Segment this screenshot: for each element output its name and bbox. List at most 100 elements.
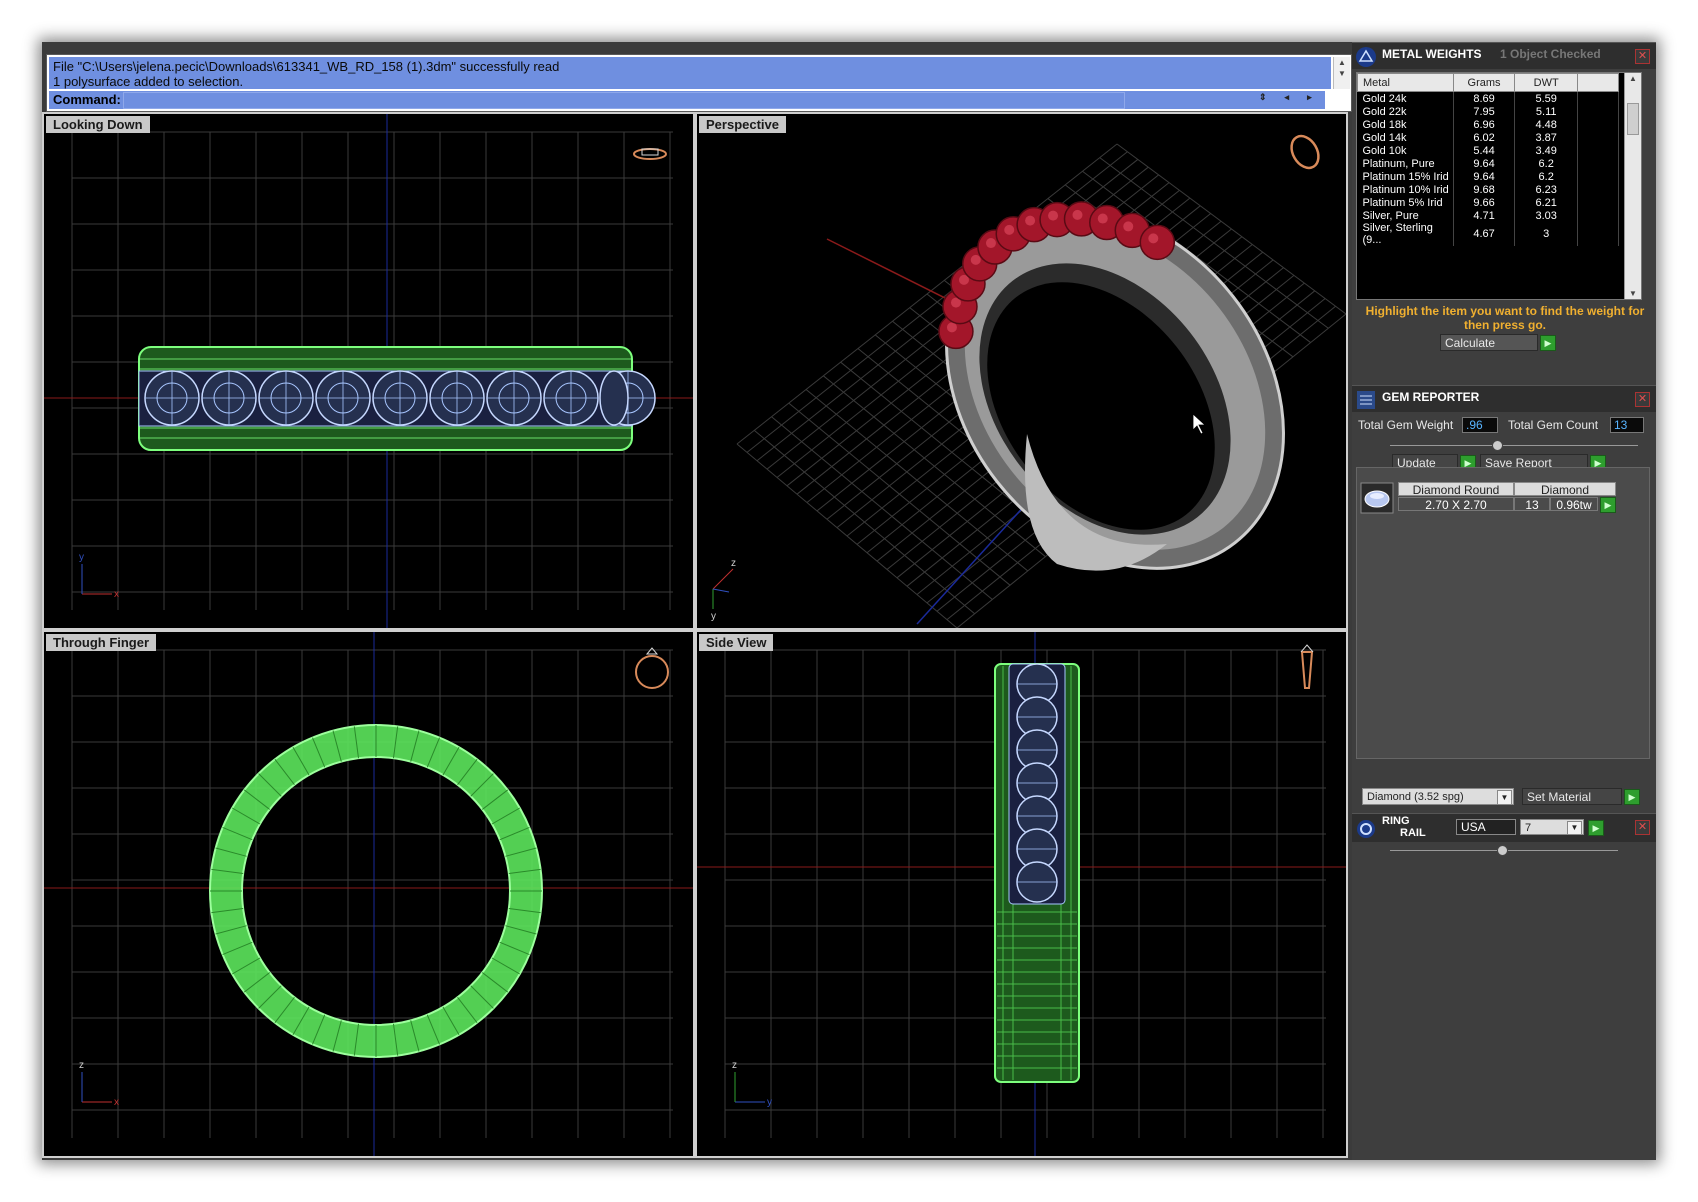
viewport-label[interactable]: Side View bbox=[699, 634, 774, 651]
chevron-down-icon[interactable]: ▼ bbox=[1567, 821, 1582, 835]
gem-list-item[interactable]: Diamond Round Diamond 2.70 X 2.70 13 0.9… bbox=[1360, 482, 1648, 516]
table-cell: 6.96 bbox=[1453, 118, 1516, 131]
table-cell: 5.59 bbox=[1514, 91, 1579, 105]
history-line: File "C:\Users\jelena.pecic\Downloads\61… bbox=[53, 59, 560, 74]
column-header[interactable]: Metal bbox=[1357, 73, 1454, 92]
table-cell: 6.23 bbox=[1514, 183, 1579, 196]
table-row[interactable]: Gold 22k 7.95 5.11 bbox=[1357, 105, 1619, 118]
z-axis-label: z bbox=[732, 1060, 737, 1071]
table-cell: Platinum 15% Irid bbox=[1357, 170, 1454, 183]
table-cell: 9.68 bbox=[1453, 183, 1516, 196]
total-gem-weight-value: .96 bbox=[1462, 417, 1498, 433]
table-cell: 4.67 bbox=[1453, 222, 1516, 246]
column-header[interactable]: Grams bbox=[1452, 73, 1516, 92]
table-row[interactable]: Gold 18k 6.96 4.48 bbox=[1357, 118, 1619, 131]
table-cell: 6.21 bbox=[1514, 196, 1579, 209]
ring-size-standard[interactable]: USA bbox=[1456, 819, 1516, 835]
table-row[interactable]: Platinum 5% Irid 9.66 6.21 bbox=[1357, 196, 1619, 209]
metal-table-scrollbar[interactable]: ▲ ▼ bbox=[1624, 73, 1641, 299]
table-row[interactable]: Gold 10k 5.44 3.49 bbox=[1357, 144, 1619, 157]
objects-checked-status: 1 Object Checked bbox=[1500, 47, 1601, 61]
table-cell: 3.03 bbox=[1514, 209, 1579, 222]
chevron-down-icon[interactable]: ▼ bbox=[1497, 790, 1512, 805]
table-cell: 6.02 bbox=[1453, 131, 1516, 144]
table-cell: 3.49 bbox=[1514, 144, 1579, 157]
ring-size-select[interactable]: 7 ▼ bbox=[1520, 819, 1584, 835]
gem-weight: 0.96tw bbox=[1550, 497, 1598, 512]
table-cell: 3.87 bbox=[1514, 131, 1579, 144]
viewport-top[interactable]: Looking Down x y bbox=[42, 112, 695, 630]
spin-icon[interactable]: ⇕ bbox=[1259, 92, 1267, 102]
table-row[interactable]: Platinum 15% Irid 9.64 6.2 bbox=[1357, 170, 1619, 183]
ring-orientation-icon bbox=[1300, 644, 1314, 689]
viewport-label[interactable]: Through Finger bbox=[46, 634, 157, 651]
metal-weights-header: METAL WEIGHTS 1 Object Checked ✕ bbox=[1352, 42, 1656, 69]
gem-list-icon bbox=[1357, 391, 1375, 409]
close-icon[interactable]: ✕ bbox=[1635, 392, 1650, 407]
total-gem-weight-label: Total Gem Weight bbox=[1358, 418, 1454, 432]
material-select-value: Diamond (3.52 spg) bbox=[1367, 791, 1464, 803]
ring-icon bbox=[1357, 820, 1375, 838]
metal-weights-title: METAL WEIGHTS bbox=[1382, 47, 1482, 61]
table-row[interactable]: Platinum 10% Irid 9.68 6.23 bbox=[1357, 183, 1619, 196]
metal-weights-hint: Highlight the item you want to find the … bbox=[1365, 304, 1645, 332]
chevron-right-icon[interactable]: ▸ bbox=[1307, 92, 1312, 102]
gem-count: 13 bbox=[1514, 497, 1550, 512]
table-row[interactable]: Gold 14k 6.02 3.87 bbox=[1357, 131, 1619, 144]
history-scrollbar[interactable]: ▲ ▼ bbox=[1333, 57, 1350, 89]
table-cell: Gold 14k bbox=[1357, 131, 1454, 144]
command-input[interactable] bbox=[123, 92, 1125, 109]
material-select[interactable]: Diamond (3.52 spg) ▼ bbox=[1362, 788, 1514, 805]
table-cell: 5.44 bbox=[1453, 144, 1516, 157]
go-arrow-icon[interactable]: ▶ bbox=[1540, 335, 1556, 351]
go-arrow-icon[interactable]: ▶ bbox=[1624, 789, 1640, 805]
app-window: File "C:\Users\jelena.pecic\Downloads\61… bbox=[42, 42, 1656, 1160]
column-header[interactable]: DWT bbox=[1514, 73, 1579, 92]
table-row[interactable]: Platinum, Pure 9.64 6.2 bbox=[1357, 157, 1619, 170]
gem-size: 2.70 X 2.70 bbox=[1398, 497, 1514, 512]
chevron-left-icon[interactable]: ◂ bbox=[1285, 92, 1290, 102]
table-cell: 5.11 bbox=[1514, 105, 1579, 118]
y-axis-label: y bbox=[79, 552, 84, 563]
set-material-button[interactable]: Set Material bbox=[1522, 788, 1622, 805]
viewport-side[interactable]: Side View y z bbox=[695, 630, 1348, 1158]
gem-slider-handle[interactable] bbox=[1492, 440, 1503, 451]
table-cell: Platinum, Pure bbox=[1357, 157, 1454, 170]
ring-rail-title-line1: RING bbox=[1382, 815, 1410, 827]
ring-rail-header: RING RAIL USA 7 ▼ ▶ ✕ bbox=[1352, 813, 1656, 842]
command-nav: ⇕ ◂ ▸ bbox=[1259, 92, 1330, 103]
gem-reporter-title: GEM REPORTER bbox=[1382, 390, 1480, 404]
table-cell: 9.64 bbox=[1453, 170, 1516, 183]
table-cell: 7.95 bbox=[1453, 105, 1516, 118]
front-view-canvas: x z bbox=[44, 632, 693, 1156]
history-line: 1 polysurface added to selection. bbox=[53, 74, 244, 89]
table-cell: 6.2 bbox=[1514, 157, 1579, 170]
viewport-front[interactable]: Through Finger x z bbox=[42, 630, 695, 1158]
gem-slider-track[interactable] bbox=[1390, 445, 1638, 446]
y-axis-label: y bbox=[767, 1097, 772, 1108]
ring-rail-title-line2: RAIL bbox=[1400, 827, 1426, 839]
table-cell: 6.2 bbox=[1514, 170, 1579, 183]
table-cell: Silver, Sterling (9... bbox=[1357, 222, 1454, 246]
table-cell: Platinum 10% Irid bbox=[1357, 183, 1454, 196]
table-row[interactable]: Gold 24k 8.69 5.59 bbox=[1357, 91, 1619, 105]
viewport-label[interactable]: Looking Down bbox=[46, 116, 150, 133]
table-cell: 9.64 bbox=[1453, 157, 1516, 170]
table-cell: Gold 10k bbox=[1357, 144, 1454, 157]
gem-row-top bbox=[144, 370, 656, 426]
table-row[interactable]: Silver, Pure 4.71 3.03 bbox=[1357, 209, 1619, 222]
ring-rail-slider-handle[interactable] bbox=[1497, 845, 1508, 856]
metal-weights-table[interactable]: Metal Grams DWT Gold 24k 8.69 5.59 Gold 22k… bbox=[1356, 72, 1642, 300]
perspective-canvas: z y bbox=[711, 134, 1346, 628]
close-icon[interactable]: ✕ bbox=[1635, 49, 1650, 64]
go-arrow-icon[interactable]: ▶ bbox=[1600, 497, 1616, 513]
calculate-button[interactable]: Calculate bbox=[1440, 334, 1538, 351]
table-row[interactable]: Silver, Sterling (9... 4.67 3 bbox=[1357, 222, 1619, 246]
viewport-label[interactable]: Perspective bbox=[699, 116, 786, 133]
go-arrow-icon[interactable]: ▶ bbox=[1588, 820, 1604, 836]
total-gem-count-value: 13 bbox=[1610, 417, 1644, 433]
viewport-perspective[interactable]: Perspective z y bbox=[695, 112, 1348, 630]
close-icon[interactable]: ✕ bbox=[1635, 820, 1650, 835]
ring-orientation-icon bbox=[633, 148, 667, 160]
top-view-canvas: x y bbox=[44, 114, 693, 628]
